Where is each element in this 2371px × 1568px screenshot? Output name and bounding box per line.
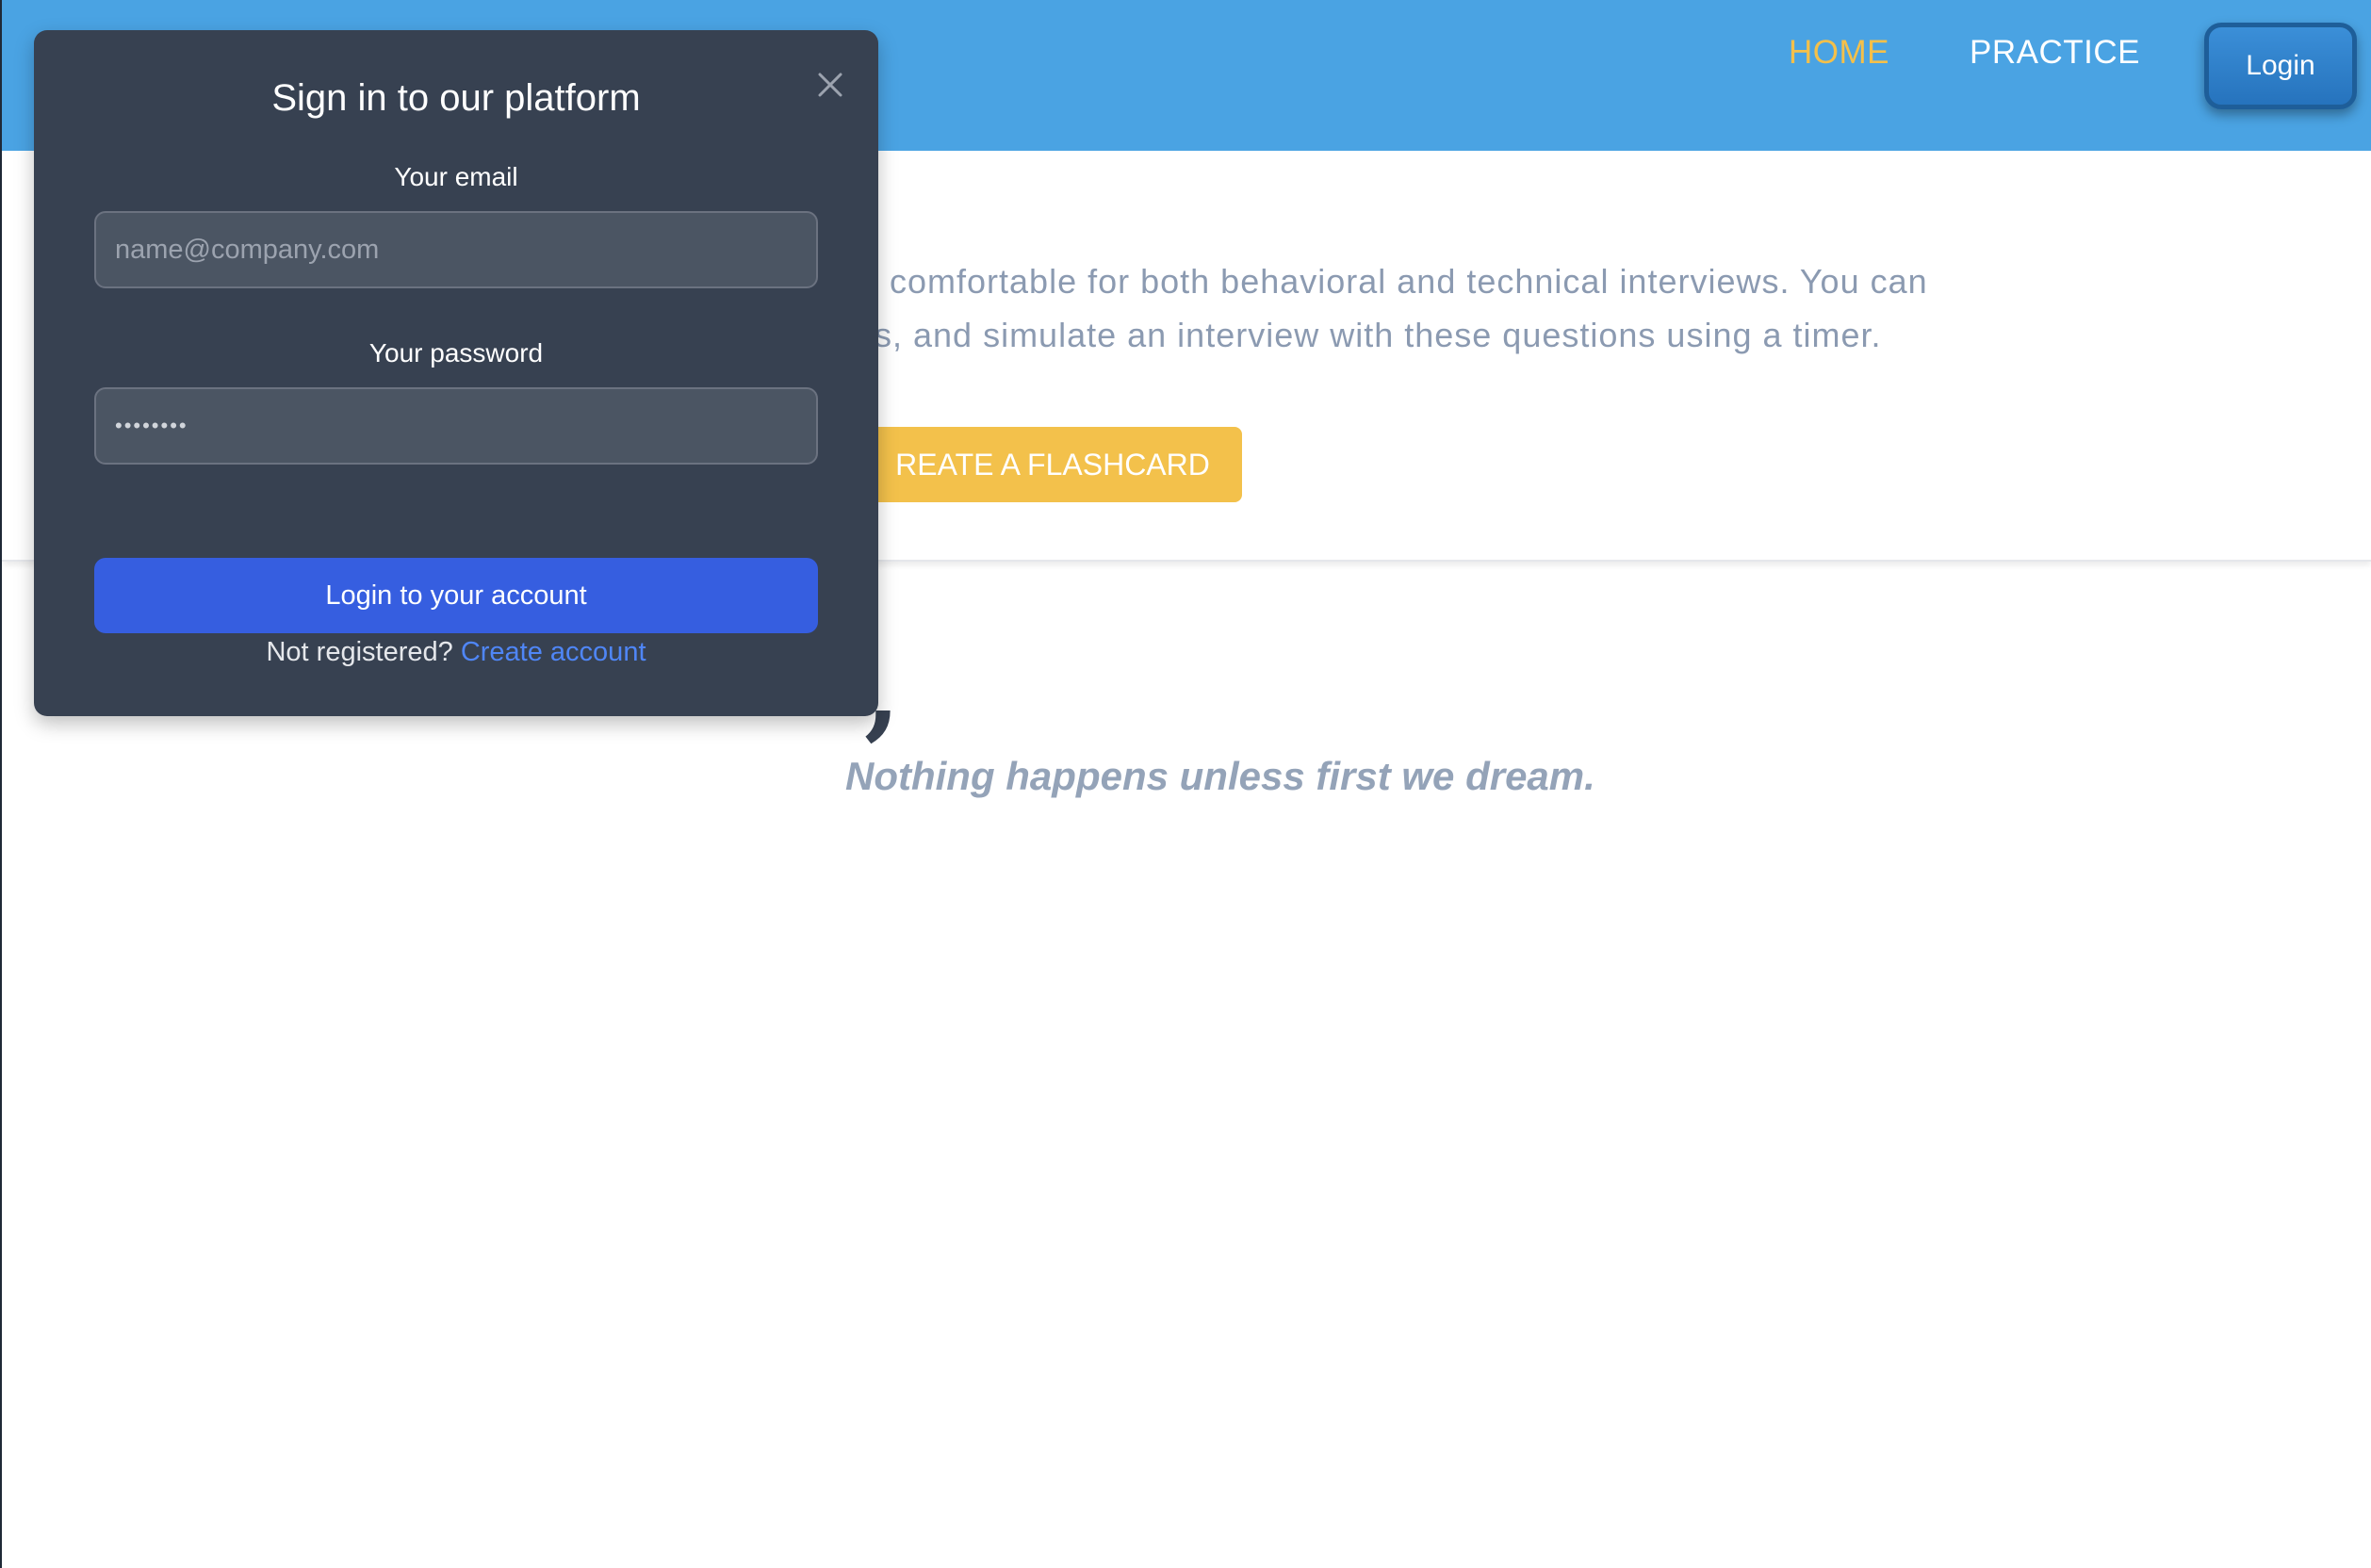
hero-description-line-2: s, and simulate an interview with these … [875, 316, 1882, 354]
header-login-button[interactable]: Login [2204, 23, 2357, 109]
email-label: Your email [394, 162, 518, 191]
hero-description-line-1: comfortable for both behavioral and tech… [890, 262, 1928, 301]
modal-title: Sign in to our platform [271, 77, 641, 119]
create-account-link[interactable]: Create account [461, 637, 646, 667]
register-row: Not registered? Create account [34, 637, 878, 668]
page: HOME PRACTICE Login comfortable for both… [0, 0, 2371, 1568]
password-label: Your password [368, 338, 544, 368]
quote-text: Nothing happens unless first we dream. [845, 754, 1595, 798]
login-submit-button[interactable]: Login to your account [94, 558, 818, 633]
password-field[interactable] [94, 387, 818, 465]
create-flashcard-button[interactable]: REATE A FLASHCARD [831, 427, 1242, 502]
nav-link-practice[interactable]: PRACTICE [1970, 34, 2140, 72]
sign-in-modal: Sign in to our platform Your email Your … [34, 30, 878, 716]
nav-link-home[interactable]: HOME [1789, 34, 1889, 72]
email-field[interactable] [94, 211, 818, 288]
register-prompt: Not registered? [266, 637, 453, 667]
